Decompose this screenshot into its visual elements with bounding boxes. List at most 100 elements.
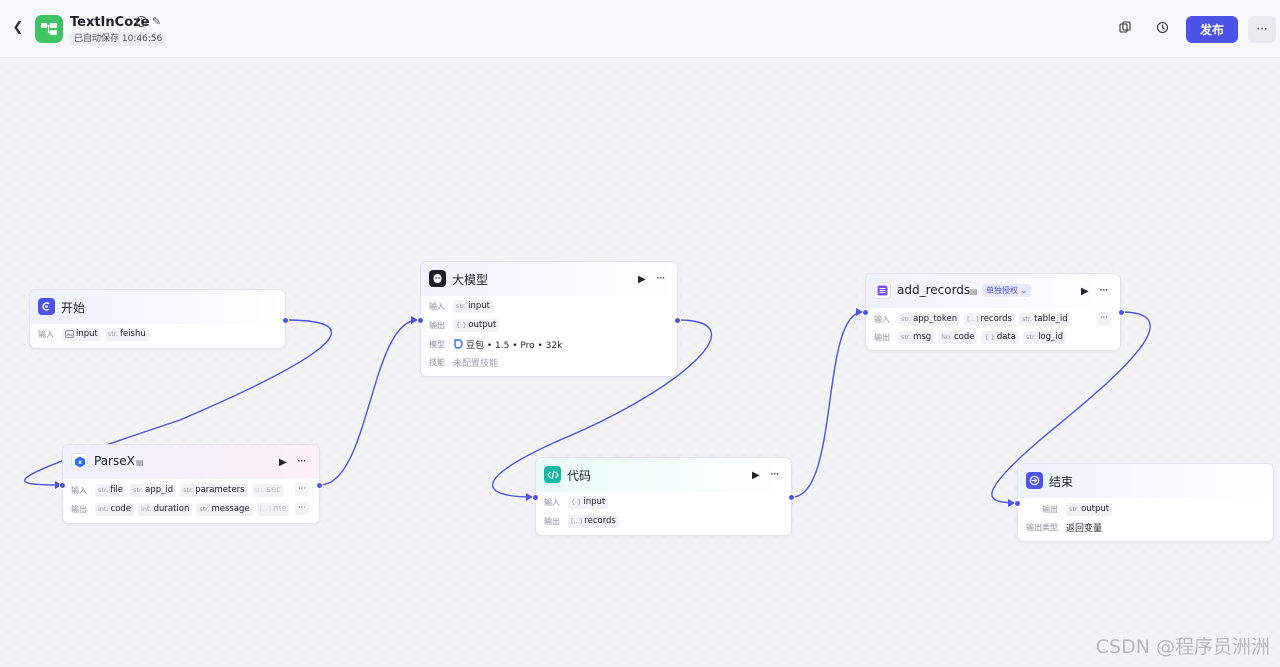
param-pill: [...] records [568, 514, 619, 528]
input-port[interactable] [417, 317, 424, 324]
param-pill: str. parameters [180, 483, 248, 497]
output-type-value: 返回变量 [1066, 523, 1103, 534]
plugin-icon: ▤ [136, 458, 144, 467]
input-label: 输入 [429, 301, 445, 311]
svg-text:x: x [78, 459, 82, 466]
output-port[interactable] [282, 317, 289, 324]
input-row: 输入 str. file str. app_id str. parameters st… [71, 483, 288, 497]
node-start[interactable]: 开始 输入 input str. feishu [29, 289, 289, 349]
input-row: 输入 { } input [544, 495, 612, 509]
edit-icon[interactable]: ✎ [152, 15, 161, 28]
param-pill: str. app_token [898, 312, 961, 326]
top-bar: ❮ TextInCoze i ✎ 已自动保存 10:46:56 发布 ··· [0, 0, 1280, 58]
code-icon [544, 466, 561, 483]
param-pill: { } data [981, 330, 1019, 344]
node-title: 代码 [567, 469, 592, 483]
more-icon[interactable]: ··· [770, 467, 780, 481]
input-port[interactable] [59, 482, 66, 489]
play-icon[interactable]: ▶ [279, 457, 287, 468]
node-end[interactable]: 结束 输出 str. output 输出类型 返回变量 [1014, 463, 1274, 542]
param-pill: input [62, 327, 101, 341]
input-port[interactable] [532, 494, 539, 501]
copy-icon[interactable] [1118, 21, 1132, 35]
output-row: 输出 str. output [1042, 502, 1116, 516]
play-icon[interactable]: ▶ [752, 470, 760, 481]
node-parsex[interactable]: x ParseX ▤ ▶ ··· 输入 str. file str. app_id … [59, 444, 323, 524]
auth-tag[interactable]: 单独授权 ⌄ [982, 284, 1032, 297]
param-pill: str. sec [251, 483, 284, 497]
output-label: 输出 [71, 504, 87, 514]
more-params-button[interactable]: ··· [295, 483, 309, 496]
more-icon[interactable]: ··· [297, 454, 307, 468]
output-label: 输出 [429, 320, 445, 330]
param-pill: str. message [196, 502, 253, 516]
output-label: 输出 [1042, 504, 1058, 514]
param-pill: str. msg [898, 330, 935, 344]
more-icon[interactable]: ··· [1248, 16, 1276, 43]
image-type-icon [65, 330, 74, 338]
watermark: CSDN @程序员洲洲 [1095, 636, 1270, 658]
more-params-button[interactable]: ··· [295, 502, 309, 515]
node-title: ParseX [94, 454, 135, 468]
param-pill: str. feishu [104, 327, 149, 341]
doubao-model-icon [454, 339, 463, 349]
output-port[interactable] [316, 482, 323, 489]
skill-row: 技能 未配置技能 [429, 355, 498, 369]
more-params-button[interactable]: ··· [1097, 312, 1111, 325]
info-icon[interactable]: i [136, 16, 147, 27]
output-port[interactable] [674, 317, 681, 324]
param-pill: str. input [453, 299, 493, 313]
param-pill: No. code [938, 330, 978, 344]
input-label: 输入 [71, 485, 87, 495]
output-label: 输出 [544, 516, 560, 526]
param-pill: { } output [453, 318, 500, 332]
back-icon[interactable]: ❮ [10, 20, 26, 36]
model-label: 模型 [429, 339, 445, 349]
output-row: 输出 str. msg No. code { } data str. log_id [874, 330, 1070, 344]
start-icon [38, 298, 55, 315]
output-row: 输出 [...] records [544, 514, 623, 528]
llm-icon [429, 270, 446, 287]
more-icon[interactable]: ··· [656, 271, 666, 285]
node-add-records[interactable]: add_records ▤ 单独授权 ⌄ ▶ ··· 输入 str. app_to… [862, 273, 1125, 351]
node-title: 大模型 [452, 273, 489, 287]
more-icon[interactable]: ··· [1099, 283, 1109, 297]
app-logo-icon [35, 15, 63, 43]
play-icon[interactable]: ▶ [1081, 286, 1089, 297]
node-code[interactable]: 代码 ▶ ··· 输入 { } input 输出 [...] records [532, 457, 795, 536]
end-icon [1026, 472, 1043, 489]
output-port[interactable] [1118, 309, 1125, 316]
param-pill: [...] records [964, 312, 1015, 326]
parsex-icon: x [71, 453, 88, 470]
input-label: 输入 [544, 497, 560, 507]
plugin-icon: ▤ [970, 287, 978, 296]
node-title: 结束 [1049, 475, 1074, 489]
node-title: add_records [897, 283, 971, 297]
output-port[interactable] [788, 494, 795, 501]
input-port[interactable] [1014, 500, 1021, 507]
input-row: 输入 input str. feishu [38, 327, 153, 341]
autosave-status: 已自动保存 10:46:56 [70, 32, 167, 46]
input-row: 输入 str. app_token [...] records str. table_… [874, 312, 1075, 326]
input-label: 输入 [874, 314, 890, 324]
skill-label: 技能 [429, 357, 445, 367]
node-llm[interactable]: 大模型 ▶ ··· 输入 str. input 输出 { } output 模型 豆… [417, 261, 681, 377]
param-pill: str. output [1066, 502, 1113, 516]
play-icon[interactable]: ▶ [638, 274, 646, 285]
param-pill: str. app_id [130, 483, 177, 497]
param-pill: int. code [95, 502, 135, 516]
skill-value: 未配置技能 [453, 358, 499, 369]
param-pill: int. duration [138, 502, 193, 516]
node-title: 开始 [61, 301, 86, 315]
param-pill: [...] me [256, 502, 290, 516]
param-pill: str. table_id [1018, 312, 1071, 326]
model-row: 模型 豆包 • 1.5 • Pro • 32k [429, 337, 562, 351]
input-row: 输入 str. input [429, 299, 497, 313]
input-port[interactable] [862, 309, 869, 316]
publish-button[interactable]: 发布 [1186, 16, 1238, 43]
output-row: 输出 int. code int. duration str. message [..… [71, 502, 293, 516]
model-value: 豆包 • 1.5 • Pro • 32k [466, 340, 563, 351]
history-icon[interactable] [1155, 21, 1169, 35]
param-pill: str. file [95, 483, 127, 497]
output-row: 输出 { } output [429, 318, 503, 332]
